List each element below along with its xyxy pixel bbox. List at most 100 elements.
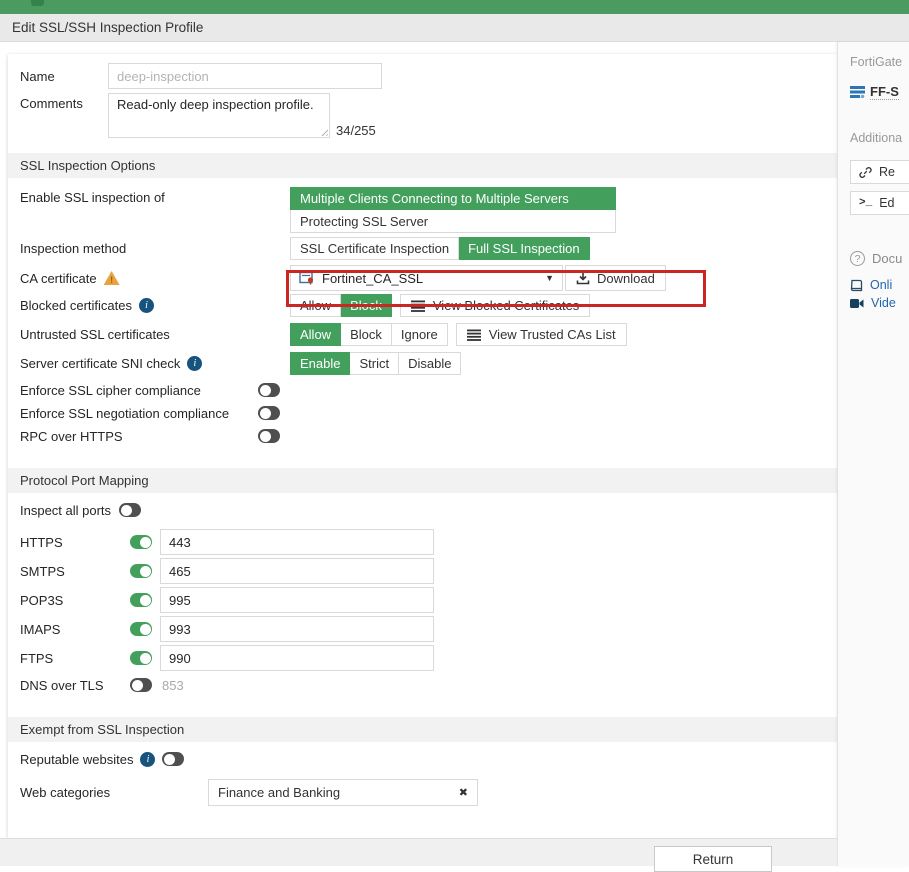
inspect-all-ports-toggle[interactable] [119, 503, 141, 517]
additional-header: Additiona [850, 131, 909, 145]
inspection-method-row: Inspection method SSL Certificate Inspec… [20, 237, 828, 260]
inspection-method-label: Inspection method [20, 241, 290, 256]
untrusted-certificates-label: Untrusted SSL certificates [20, 327, 290, 342]
right-info-panel: FortiGate FF-S Additiona Re >_ Ed ? Docu… [837, 42, 909, 866]
device-row[interactable]: FF-S [850, 84, 909, 100]
reputable-websites-label: Reputable websites [20, 752, 133, 767]
negotiation-compliance-label: Enforce SSL negotiation compliance [20, 406, 258, 421]
return-button[interactable]: Return [654, 846, 772, 872]
web-category-tag-label: Finance and Banking [218, 785, 340, 800]
video-tutorials-link[interactable]: Vide [850, 296, 909, 310]
reputable-websites-row: Reputable websites i [20, 751, 828, 767]
top-navbar [0, 0, 909, 14]
video-camera-icon [850, 298, 864, 309]
references-button[interactable]: Re [850, 160, 909, 184]
info-icon: i [139, 298, 154, 313]
question-circle-icon: ? [850, 251, 865, 266]
ca-certificate-label: CA certificate [20, 271, 290, 286]
view-trusted-cas-button[interactable]: View Trusted CAs List [456, 323, 627, 346]
page-title: Edit SSL/SSH Inspection Profile [12, 20, 203, 35]
documentation-header-row: ? Docu [850, 251, 909, 266]
comments-row: Comments Read-only deep inspection profi… [20, 93, 828, 138]
ca-certificate-select[interactable]: Fortinet_CA_SSL ▼ [290, 265, 563, 291]
rpc-https-toggle[interactable] [258, 429, 280, 443]
device-name: FF-S [870, 84, 899, 100]
option-full-ssl-inspection[interactable]: Full SSL Inspection [459, 237, 590, 260]
imaps-port-input[interactable] [160, 616, 434, 642]
cipher-compliance-label: Enforce SSL cipher compliance [20, 383, 258, 398]
inspection-method-segmented: SSL Certificate Inspection Full SSL Insp… [290, 237, 590, 260]
untrusted-certificates-row: Untrusted SSL certificates Allow Block I… [20, 323, 828, 346]
https-port-input[interactable] [160, 529, 434, 555]
smtps-toggle[interactable] [130, 564, 152, 578]
documentation-header: Docu [872, 251, 902, 266]
sni-check-segmented: Enable Strict Disable [290, 352, 461, 375]
blocked-certificates-label: Blocked certificates i [20, 298, 290, 313]
online-help-label: Onli [870, 278, 892, 292]
cipher-compliance-row: Enforce SSL cipher compliance [20, 382, 828, 398]
pop3s-port-input[interactable] [160, 587, 434, 613]
smtps-port-input[interactable] [160, 558, 434, 584]
blocked-certificates-row: Blocked certificates i Allow Block View … [20, 294, 828, 317]
enable-ssl-inspection-segmented: Multiple Clients Connecting to Multiple … [290, 187, 616, 233]
option-ssl-certificate-inspection[interactable]: SSL Certificate Inspection [290, 237, 459, 260]
footer-bar: Return [0, 838, 837, 866]
pop3s-toggle[interactable] [130, 593, 152, 607]
section-ssl-inspection-options: SSL Inspection Options [8, 153, 840, 178]
dns-over-tls-label: DNS over TLS [20, 678, 130, 693]
pop3s-label: POP3S [20, 593, 130, 608]
option-sni-disable[interactable]: Disable [399, 352, 461, 375]
option-blocked-allow[interactable]: Allow [290, 294, 341, 317]
reputable-websites-toggle[interactable] [162, 752, 184, 766]
ca-certificate-label-text: CA certificate [20, 271, 97, 286]
https-label: HTTPS [20, 535, 130, 550]
option-untrusted-allow[interactable]: Allow [290, 323, 341, 346]
https-toggle[interactable] [130, 535, 152, 549]
option-multiple-clients[interactable]: Multiple Clients Connecting to Multiple … [290, 187, 616, 210]
name-input[interactable] [108, 63, 382, 89]
edit-profile-form: Name Comments Read-only deep inspection … [8, 54, 840, 838]
comments-char-counter: 34/255 [336, 123, 376, 138]
info-icon: i [187, 356, 202, 371]
name-row: Name [20, 63, 828, 89]
view-blocked-certificates-button[interactable]: View Blocked Certificates [400, 294, 590, 317]
smtps-port-row: SMTPS [20, 558, 828, 584]
download-button[interactable]: Download [565, 265, 666, 291]
online-help-link[interactable]: Onli [850, 278, 909, 292]
ftps-toggle[interactable] [130, 651, 152, 665]
fortigate-header: FortiGate [850, 55, 909, 69]
option-protecting-ssl-server[interactable]: Protecting SSL Server [290, 210, 616, 233]
comments-textarea[interactable]: Read-only deep inspection profile. [108, 93, 330, 138]
ca-certificate-value: Fortinet_CA_SSL [322, 271, 423, 286]
cipher-compliance-toggle[interactable] [258, 383, 280, 397]
edit-in-cli-button[interactable]: >_ Ed [850, 191, 909, 215]
option-sni-strict[interactable]: Strict [350, 352, 399, 375]
name-label: Name [20, 69, 108, 84]
info-icon: i [140, 752, 155, 767]
imaps-toggle[interactable] [130, 622, 152, 636]
edit-in-cli-label: Ed [879, 196, 894, 210]
dns-over-tls-toggle[interactable] [130, 678, 152, 692]
sni-check-label-text: Server certificate SNI check [20, 356, 180, 371]
enable-ssl-inspection-row: Enable SSL inspection of Multiple Client… [20, 187, 828, 233]
option-blocked-block[interactable]: Block [341, 294, 392, 317]
rpc-https-row: RPC over HTTPS [20, 428, 828, 444]
list-icon [467, 329, 481, 341]
ca-certificate-row: CA certificate Fortinet_CA_SSL ▼ Downloa… [20, 265, 828, 291]
option-untrusted-ignore[interactable]: Ignore [392, 323, 448, 346]
book-icon [850, 279, 863, 292]
untrusted-certificates-segmented: Allow Block Ignore [290, 323, 448, 346]
page-title-bar: Edit SSL/SSH Inspection Profile [0, 14, 909, 42]
ftps-port-input[interactable] [160, 645, 434, 671]
download-label: Download [597, 271, 655, 286]
inspect-all-ports-label: Inspect all ports [20, 503, 111, 518]
negotiation-compliance-toggle[interactable] [258, 406, 280, 420]
web-category-tag[interactable]: Finance and Banking ✖ [208, 779, 478, 806]
view-trusted-cas-label: View Trusted CAs List [489, 327, 616, 342]
option-sni-enable[interactable]: Enable [290, 352, 350, 375]
remove-tag-icon[interactable]: ✖ [459, 786, 468, 799]
option-untrusted-block[interactable]: Block [341, 323, 392, 346]
link-icon [859, 166, 872, 179]
dns-over-tls-row: DNS over TLS 853 [20, 677, 828, 693]
warning-icon [104, 271, 120, 285]
